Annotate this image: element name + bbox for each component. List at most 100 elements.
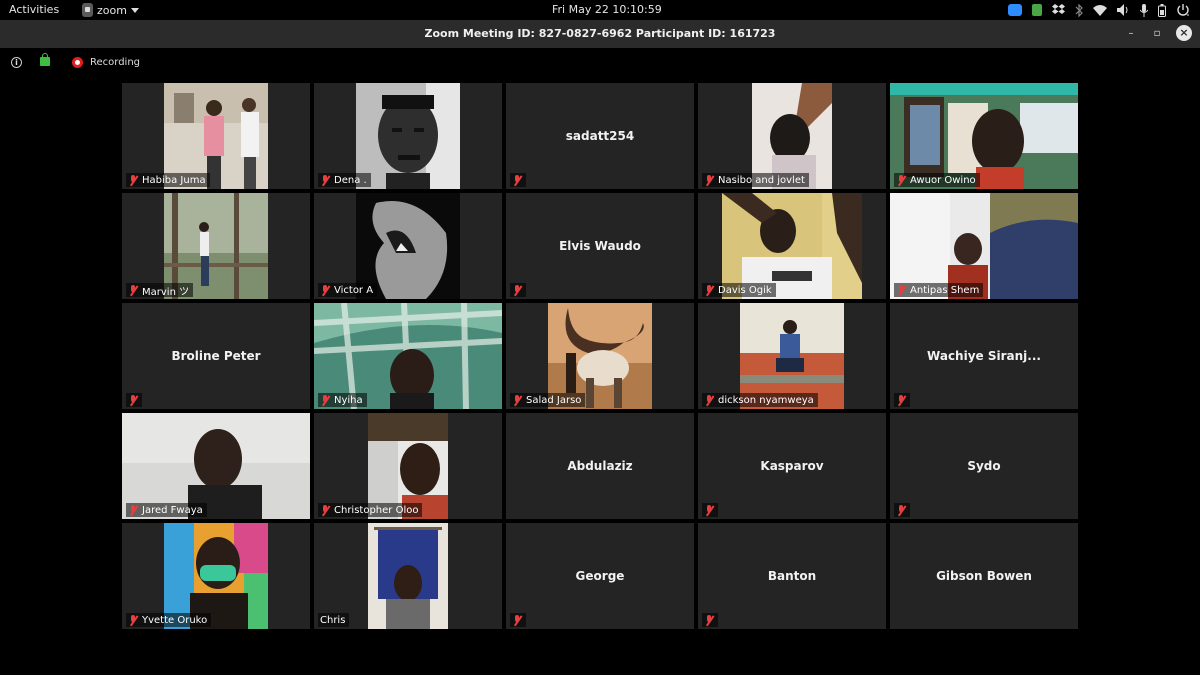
chevron-down-icon (130, 7, 139, 13)
participant-tile[interactable]: Christopher Oloo (314, 413, 502, 519)
participant-tile[interactable]: sadatt254 (506, 83, 694, 189)
participant-tile[interactable]: Elvis Waudo (506, 193, 694, 299)
activities-button[interactable]: Activities (9, 3, 59, 16)
participant-name: Awuor Owino (910, 174, 976, 186)
clock[interactable]: Fri May 22 10:10:59 (552, 3, 662, 16)
participant-name-label: Salad Jarso (510, 393, 586, 407)
muted-mic-icon (320, 504, 330, 516)
participant-name-label: Antipas Shem (894, 283, 984, 297)
dropbox-icon[interactable] (1052, 3, 1065, 17)
participant-name-label: Victor A (318, 283, 378, 297)
participant-tile[interactable]: Awuor Owino (890, 83, 1078, 189)
app-menu-label: zoom (97, 3, 127, 17)
muted-mic-icon (896, 504, 906, 516)
participant-name-label: Nasibo and jovlet (702, 173, 809, 187)
video-feed (356, 83, 460, 189)
participant-name-label: Awuor Owino (894, 173, 980, 187)
participant-tile[interactable]: Sydo (890, 413, 1078, 519)
window-title-bar[interactable]: Zoom Meeting ID: 827-0827-6962 Participa… (0, 20, 1200, 48)
participant-name-label (894, 393, 910, 407)
muted-mic-icon (704, 504, 714, 516)
participant-tile[interactable]: Nasibo and jovlet (698, 83, 886, 189)
participant-name-label: Christopher Oloo (318, 503, 423, 517)
participant-tile[interactable]: Wachiye Siranj... (890, 303, 1078, 409)
volume-icon[interactable] (1117, 3, 1130, 17)
participant-tile[interactable]: Chris (314, 523, 502, 629)
muted-mic-icon (320, 394, 330, 406)
muted-mic-icon (320, 284, 330, 296)
participant-name-label (702, 503, 718, 517)
participant-tile[interactable]: Habiba Juma (122, 83, 310, 189)
participant-tile[interactable]: Nyiha (314, 303, 502, 409)
participant-name-label: Jared Fwaya (126, 503, 207, 517)
participant-name: Salad Jarso (526, 394, 582, 406)
restore-button[interactable]: ▫ (1150, 28, 1164, 39)
participant-name: Chris (320, 614, 346, 626)
meeting-info-bar: i Recording (0, 48, 1200, 78)
battery-icon[interactable] (1158, 3, 1166, 17)
participant-name: Dena . (334, 174, 367, 186)
participant-tile[interactable]: Jared Fwaya (122, 413, 310, 519)
participant-name: Antipas Shem (910, 284, 980, 296)
zoom-icon[interactable] (1008, 3, 1022, 17)
muted-mic-icon (896, 284, 906, 296)
participant-display-name: Banton (767, 569, 817, 583)
participant-tile[interactable]: Abdulaziz (506, 413, 694, 519)
participant-name: dickson nyamweya (718, 394, 814, 406)
participant-display-name: George (575, 569, 625, 583)
lock-icon[interactable] (40, 53, 50, 66)
system-tray[interactable] (1008, 2, 1190, 18)
minimize-button[interactable]: – (1124, 28, 1138, 39)
participant-tile[interactable]: Yvette Oruko (122, 523, 310, 629)
participant-name-label (894, 503, 910, 517)
participant-name-label: Chris (318, 613, 350, 627)
participant-display-name: Gibson Bowen (936, 569, 1032, 583)
participant-name-label: Yvette Oruko (126, 613, 212, 627)
recording-icon[interactable] (72, 57, 83, 68)
info-icon[interactable]: i (11, 57, 22, 68)
participant-tile[interactable]: Broline Peter (122, 303, 310, 409)
participant-name-label: Nyiha (318, 393, 367, 407)
power-icon[interactable] (1176, 3, 1190, 17)
close-button[interactable]: × (1176, 25, 1192, 41)
green-app-icon[interactable] (1032, 3, 1042, 17)
participant-name-label (510, 613, 526, 627)
muted-mic-icon (704, 284, 714, 296)
participant-name-label (510, 283, 526, 297)
muted-mic-icon (512, 284, 522, 296)
participant-name-label: Marvin ツ (126, 283, 194, 298)
participant-display-name: Broline Peter (171, 349, 261, 363)
participant-tile[interactable]: George (506, 523, 694, 629)
participant-name-label: Davis Ogik (702, 283, 776, 297)
zoom-app-icon (82, 3, 93, 17)
muted-mic-icon (704, 174, 714, 186)
participant-tile[interactable]: Kasparov (698, 413, 886, 519)
muted-mic-icon (128, 614, 138, 626)
muted-mic-icon (512, 614, 522, 626)
participant-name: Habiba Juma (142, 174, 206, 186)
participant-name-label: dickson nyamweya (702, 393, 818, 407)
participant-tile[interactable]: Dena . (314, 83, 502, 189)
participant-tile[interactable]: Victor A (314, 193, 502, 299)
app-menu[interactable]: zoom (82, 2, 139, 18)
participant-tile[interactable]: Marvin ツ (122, 193, 310, 299)
participant-tile[interactable]: Davis Ogik (698, 193, 886, 299)
muted-mic-icon (896, 394, 906, 406)
muted-mic-icon (512, 174, 522, 186)
participant-display-name: Abdulaziz (567, 459, 633, 473)
participant-name: Nyiha (334, 394, 363, 406)
wifi-icon[interactable] (1093, 3, 1107, 17)
participant-tile[interactable]: Salad Jarso (506, 303, 694, 409)
participant-name: Christopher Oloo (334, 504, 419, 516)
participant-display-name: Wachiye Siranj... (927, 349, 1041, 363)
participant-tile[interactable]: Gibson Bowen (890, 523, 1078, 629)
gallery-view: Habiba Juma Dena . sadatt254 Nasibo and … (122, 83, 1079, 630)
microphone-icon[interactable] (1140, 3, 1148, 17)
participant-tile[interactable]: Banton (698, 523, 886, 629)
muted-mic-icon (512, 394, 522, 406)
muted-mic-icon (704, 394, 714, 406)
participant-tile[interactable]: Antipas Shem (890, 193, 1078, 299)
participant-name: Marvin ツ (142, 286, 190, 298)
participant-tile[interactable]: dickson nyamweya (698, 303, 886, 409)
bluetooth-icon[interactable] (1075, 3, 1083, 17)
